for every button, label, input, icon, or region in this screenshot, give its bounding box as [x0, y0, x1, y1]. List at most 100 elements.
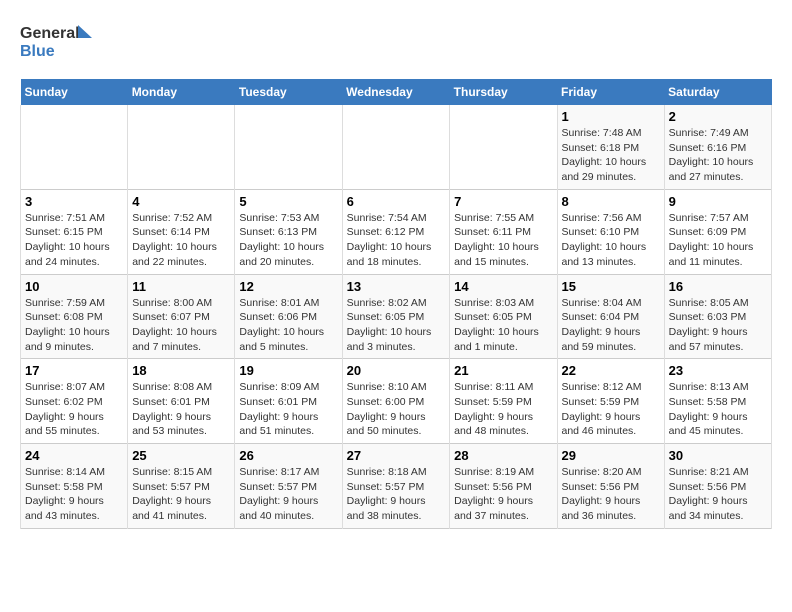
weekday-header-monday: Monday — [128, 79, 235, 105]
calendar-cell: 13Sunrise: 8:02 AM Sunset: 6:05 PM Dayli… — [342, 274, 450, 359]
calendar-table: SundayMondayTuesdayWednesdayThursdayFrid… — [20, 79, 772, 529]
day-info: Sunrise: 8:07 AM Sunset: 6:02 PM Dayligh… — [25, 380, 123, 439]
calendar-cell: 5 Sunrise: 7:53 AM Sunset: 6:13 PM Daylig… — [235, 189, 342, 274]
day-info: Sunrise: 8:18 AM Sunset: 5:57 PM Dayligh… — [347, 465, 446, 524]
day-info: Sunrise: 7:54 AM Sunset: 6:12 PM Dayligh… — [347, 211, 446, 270]
calendar-cell: 28Sunrise: 8:19 AM Sunset: 5:56 PM Dayli… — [450, 444, 557, 529]
calendar-cell: 2 Sunrise: 7:49 AM Sunset: 6:16 PM Daylig… — [664, 105, 771, 189]
day-number: 9 — [669, 194, 767, 209]
calendar-cell: 18 Sunrise: 8:08 AM Sunset: 6:01 PM Dayli… — [128, 359, 235, 444]
calendar-cell: 21Sunrise: 8:11 AM Sunset: 5:59 PM Dayli… — [450, 359, 557, 444]
calendar-cell: 23 Sunrise: 8:13 AM Sunset: 5:58 PM Dayli… — [664, 359, 771, 444]
day-info: Sunrise: 8:11 AM Sunset: 5:59 PM Dayligh… — [454, 380, 552, 439]
calendar-cell — [450, 105, 557, 189]
calendar-week-row: 10Sunrise: 7:59 AM Sunset: 6:08 PM Dayli… — [21, 274, 772, 359]
weekday-header-tuesday: Tuesday — [235, 79, 342, 105]
calendar-cell — [128, 105, 235, 189]
calendar-cell — [235, 105, 342, 189]
day-info: Sunrise: 8:03 AM Sunset: 6:05 PM Dayligh… — [454, 296, 552, 355]
day-number: 25 — [132, 448, 230, 463]
weekday-header-wednesday: Wednesday — [342, 79, 450, 105]
day-number: 13 — [347, 279, 446, 294]
day-info: Sunrise: 8:19 AM Sunset: 5:56 PM Dayligh… — [454, 465, 552, 524]
calendar-week-row: 1Sunrise: 7:48 AM Sunset: 6:18 PM Daylig… — [21, 105, 772, 189]
calendar-header-row: SundayMondayTuesdayWednesdayThursdayFrid… — [21, 79, 772, 105]
day-info: Sunrise: 7:49 AM Sunset: 6:16 PM Dayligh… — [669, 126, 767, 185]
day-number: 29 — [562, 448, 660, 463]
calendar-cell: 11Sunrise: 8:00 AM Sunset: 6:07 PM Dayli… — [128, 274, 235, 359]
day-info: Sunrise: 8:12 AM Sunset: 5:59 PM Dayligh… — [562, 380, 660, 439]
calendar-cell — [21, 105, 128, 189]
calendar-week-row: 3Sunrise: 7:51 AM Sunset: 6:15 PM Daylig… — [21, 189, 772, 274]
svg-text:Blue: Blue — [20, 43, 55, 60]
day-number: 10 — [25, 279, 123, 294]
day-info: Sunrise: 8:10 AM Sunset: 6:00 PM Dayligh… — [347, 380, 446, 439]
calendar-cell — [342, 105, 450, 189]
day-number: 16 — [669, 279, 767, 294]
day-number: 18 — [132, 363, 230, 378]
calendar-cell: 27 Sunrise: 8:18 AM Sunset: 5:57 PM Dayli… — [342, 444, 450, 529]
day-info: Sunrise: 8:15 AM Sunset: 5:57 PM Dayligh… — [132, 465, 230, 524]
calendar-cell: 29 Sunrise: 8:20 AM Sunset: 5:56 PM Dayli… — [557, 444, 664, 529]
day-info: Sunrise: 7:53 AM Sunset: 6:13 PM Dayligh… — [239, 211, 337, 270]
day-info: Sunrise: 7:55 AM Sunset: 6:11 PM Dayligh… — [454, 211, 552, 270]
calendar-cell: 6 Sunrise: 7:54 AM Sunset: 6:12 PM Daylig… — [342, 189, 450, 274]
weekday-header-thursday: Thursday — [450, 79, 557, 105]
weekday-header-friday: Friday — [557, 79, 664, 105]
day-number: 22 — [562, 363, 660, 378]
day-info: Sunrise: 8:13 AM Sunset: 5:58 PM Dayligh… — [669, 380, 767, 439]
calendar-cell: 4 Sunrise: 7:52 AM Sunset: 6:14 PM Daylig… — [128, 189, 235, 274]
day-number: 14 — [454, 279, 552, 294]
day-number: 26 — [239, 448, 337, 463]
calendar-week-row: 17 Sunrise: 8:07 AM Sunset: 6:02 PM Dayli… — [21, 359, 772, 444]
day-number: 6 — [347, 194, 446, 209]
logo-wrapper: GeneralBlue — [20, 20, 100, 69]
day-info: Sunrise: 7:56 AM Sunset: 6:10 PM Dayligh… — [562, 211, 660, 270]
calendar-cell: 30 Sunrise: 8:21 AM Sunset: 5:56 PM Dayli… — [664, 444, 771, 529]
calendar-cell: 1Sunrise: 7:48 AM Sunset: 6:18 PM Daylig… — [557, 105, 664, 189]
day-number: 1 — [562, 109, 660, 124]
day-info: Sunrise: 8:05 AM Sunset: 6:03 PM Dayligh… — [669, 296, 767, 355]
day-info: Sunrise: 8:01 AM Sunset: 6:06 PM Dayligh… — [239, 296, 337, 355]
day-number: 2 — [669, 109, 767, 124]
calendar-cell: 17 Sunrise: 8:07 AM Sunset: 6:02 PM Dayli… — [21, 359, 128, 444]
calendar-cell: 8 Sunrise: 7:56 AM Sunset: 6:10 PM Daylig… — [557, 189, 664, 274]
day-number: 3 — [25, 194, 123, 209]
calendar-cell: 9 Sunrise: 7:57 AM Sunset: 6:09 PM Daylig… — [664, 189, 771, 274]
day-number: 27 — [347, 448, 446, 463]
day-info: Sunrise: 8:04 AM Sunset: 6:04 PM Dayligh… — [562, 296, 660, 355]
day-number: 30 — [669, 448, 767, 463]
calendar-cell: 12 Sunrise: 8:01 AM Sunset: 6:06 PM Dayli… — [235, 274, 342, 359]
calendar-cell: 19Sunrise: 8:09 AM Sunset: 6:01 PM Dayli… — [235, 359, 342, 444]
calendar-cell: 7 Sunrise: 7:55 AM Sunset: 6:11 PM Daylig… — [450, 189, 557, 274]
day-number: 7 — [454, 194, 552, 209]
day-number: 5 — [239, 194, 337, 209]
calendar-week-row: 24Sunrise: 8:14 AM Sunset: 5:58 PM Dayli… — [21, 444, 772, 529]
day-number: 19 — [239, 363, 337, 378]
svg-text:General: General — [20, 25, 80, 42]
day-number: 15 — [562, 279, 660, 294]
day-info: Sunrise: 8:00 AM Sunset: 6:07 PM Dayligh… — [132, 296, 230, 355]
day-info: Sunrise: 8:21 AM Sunset: 5:56 PM Dayligh… — [669, 465, 767, 524]
day-info: Sunrise: 8:08 AM Sunset: 6:01 PM Dayligh… — [132, 380, 230, 439]
weekday-header-saturday: Saturday — [664, 79, 771, 105]
calendar-cell: 14 Sunrise: 8:03 AM Sunset: 6:05 PM Dayli… — [450, 274, 557, 359]
weekday-header-sunday: Sunday — [21, 79, 128, 105]
day-number: 24 — [25, 448, 123, 463]
calendar-cell: 26 Sunrise: 8:17 AM Sunset: 5:57 PM Dayli… — [235, 444, 342, 529]
day-number: 4 — [132, 194, 230, 209]
day-number: 12 — [239, 279, 337, 294]
day-info: Sunrise: 8:17 AM Sunset: 5:57 PM Dayligh… — [239, 465, 337, 524]
calendar-cell: 20Sunrise: 8:10 AM Sunset: 6:00 PM Dayli… — [342, 359, 450, 444]
day-number: 23 — [669, 363, 767, 378]
calendar-cell: 10Sunrise: 7:59 AM Sunset: 6:08 PM Dayli… — [21, 274, 128, 359]
calendar-cell: 22 Sunrise: 8:12 AM Sunset: 5:59 PM Dayli… — [557, 359, 664, 444]
day-info: Sunrise: 7:57 AM Sunset: 6:09 PM Dayligh… — [669, 211, 767, 270]
calendar-cell: 3Sunrise: 7:51 AM Sunset: 6:15 PM Daylig… — [21, 189, 128, 274]
page-header: GeneralBlue — [20, 20, 772, 69]
day-info: Sunrise: 8:20 AM Sunset: 5:56 PM Dayligh… — [562, 465, 660, 524]
calendar-cell: 15 Sunrise: 8:04 AM Sunset: 6:04 PM Dayli… — [557, 274, 664, 359]
day-info: Sunrise: 7:52 AM Sunset: 6:14 PM Dayligh… — [132, 211, 230, 270]
day-number: 8 — [562, 194, 660, 209]
day-number: 17 — [25, 363, 123, 378]
